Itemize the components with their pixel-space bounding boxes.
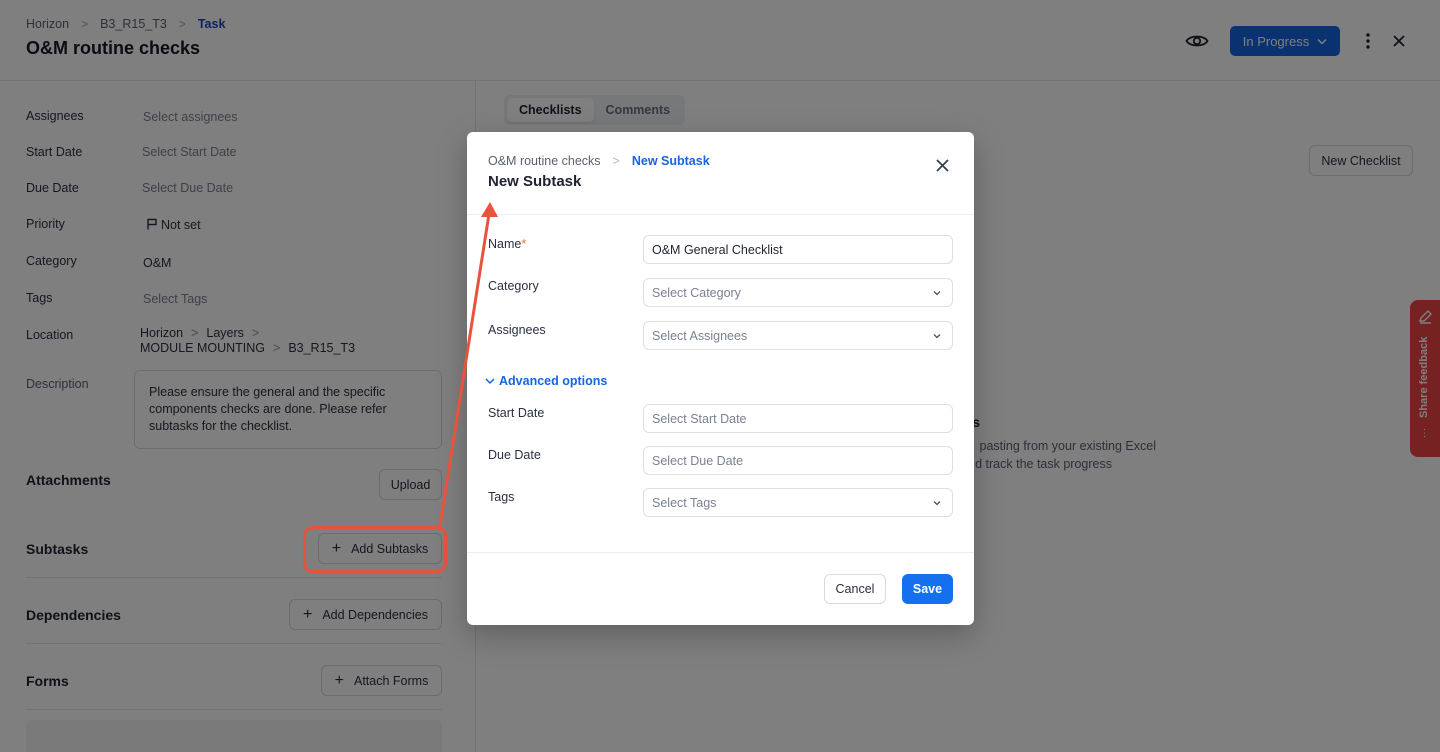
chevron-down-icon	[933, 334, 941, 339]
cancel-button[interactable]: Cancel	[824, 574, 886, 604]
name-label-text: Name	[488, 237, 522, 251]
name-label: Name*	[488, 237, 526, 251]
advanced-options-toggle[interactable]: Advanced options	[484, 374, 607, 388]
category-label: Category	[488, 279, 539, 293]
close-icon[interactable]	[932, 155, 952, 175]
chevron-down-icon	[485, 378, 495, 385]
start-date-input[interactable]: Select Start Date	[643, 404, 953, 433]
modal-breadcrumb-current: New Subtask	[631, 154, 710, 168]
modal-header: O&M routine checks > New Subtask New Sub…	[467, 132, 974, 215]
start-date-label: Start Date	[488, 406, 545, 420]
due-date-input[interactable]: Select Due Date	[643, 446, 953, 475]
tags-label: Tags	[488, 490, 515, 504]
advanced-options-label: Advanced options	[499, 374, 608, 388]
assignees-label: Assignees	[488, 323, 546, 337]
assignees-placeholder: Select Assignees	[652, 328, 748, 343]
annotation-highlight	[303, 526, 447, 573]
chevron-down-icon	[933, 291, 941, 296]
chevron-down-icon	[933, 501, 941, 506]
tags-placeholder: Select Tags	[652, 495, 717, 510]
modal-breadcrumb: O&M routine checks > New Subtask	[488, 154, 710, 168]
due-date-label: Due Date	[488, 448, 541, 462]
new-subtask-modal: O&M routine checks > New Subtask New Sub…	[467, 132, 974, 625]
tags-select[interactable]: Select Tags	[643, 488, 953, 517]
category-placeholder: Select Category	[652, 285, 741, 300]
chevron-right-icon: >	[612, 154, 620, 168]
save-button[interactable]: Save	[902, 574, 953, 604]
required-mark: *	[521, 237, 527, 251]
modal-breadcrumb-parent[interactable]: O&M routine checks	[488, 154, 601, 168]
category-select[interactable]: Select Category	[643, 278, 953, 307]
assignees-select[interactable]: Select Assignees	[643, 321, 953, 350]
modal-title: New Subtask	[488, 173, 582, 190]
modal-footer-divider	[467, 552, 974, 553]
name-input[interactable]: O&M General Checklist	[643, 235, 953, 264]
